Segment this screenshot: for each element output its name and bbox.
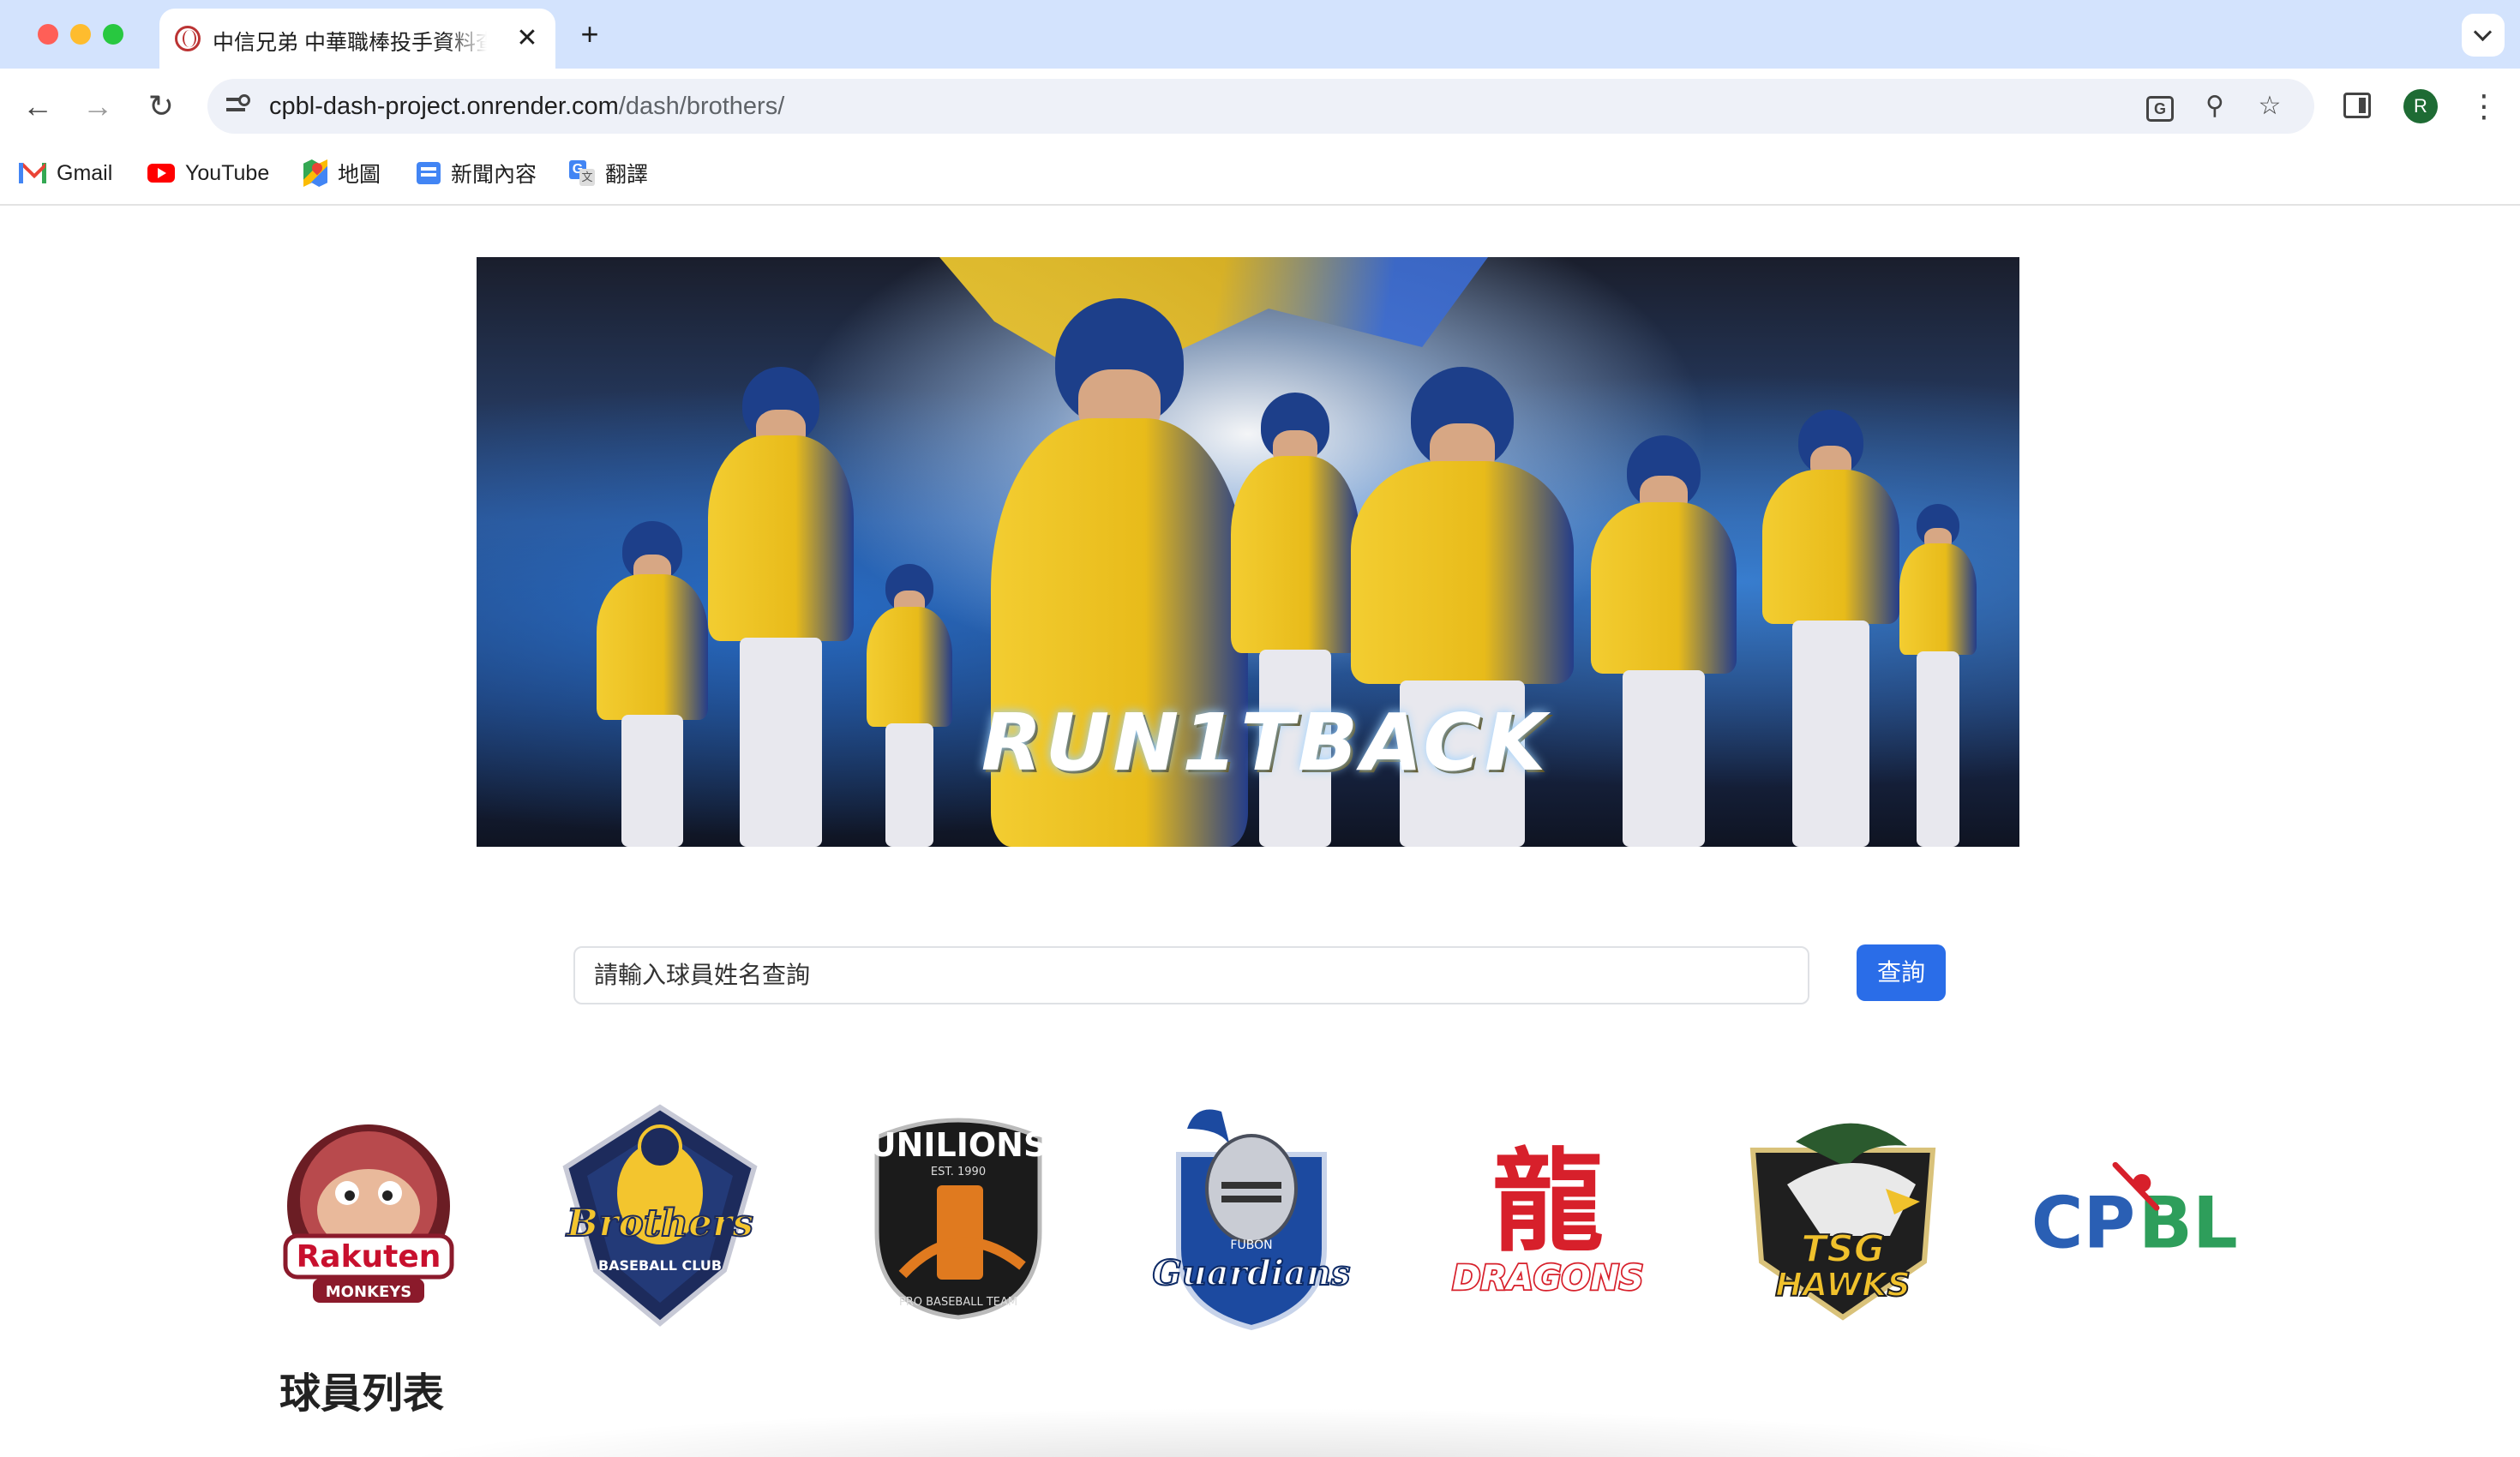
bookmark-youtube[interactable]: YouTube bbox=[147, 156, 269, 190]
page-content: RUN1TBACK 查詢 Rakuten MONKEYS bbox=[0, 207, 2520, 1457]
cpbl-line2: BL bbox=[2139, 1182, 2238, 1265]
zoom-icon[interactable]: ⚲ bbox=[2198, 89, 2232, 123]
reload-button[interactable]: ↻ bbox=[141, 86, 182, 127]
forward-button[interactable]: → bbox=[77, 86, 118, 127]
elephant-logo-icon: Brothers BASEBALL CLUB bbox=[562, 1104, 758, 1327]
youtube-icon bbox=[147, 164, 175, 183]
new-tab-button[interactable]: + bbox=[573, 17, 607, 51]
baseball-favicon-icon bbox=[175, 26, 201, 51]
banner-player bbox=[708, 367, 854, 847]
bookmark-star-icon[interactable]: ☆ bbox=[2253, 89, 2287, 123]
back-button[interactable]: ← bbox=[17, 86, 58, 127]
bookmark-label: 地圖 bbox=[338, 163, 381, 187]
url-text[interactable]: cpbl-dash-project.onrender.com/dash/brot… bbox=[269, 93, 784, 121]
cpbl-logo[interactable]: CP BL bbox=[2025, 1099, 2247, 1330]
browser-toolbar: ← → ↻ cpbl-dash-project.onrender.com/das… bbox=[0, 69, 2520, 146]
bookmark-maps[interactable]: 地圖 bbox=[303, 156, 381, 190]
url-path: /dash/brothers/ bbox=[618, 93, 785, 120]
monkeys-line2: MONKEYS bbox=[326, 1283, 412, 1301]
lions-line1: UNILIONS bbox=[870, 1126, 1047, 1164]
tsg-hawks-logo[interactable]: TSG HAWKS bbox=[1731, 1099, 1954, 1330]
tab-strip: 中信兄弟 中華職棒投手資料查詢 ✕ + bbox=[0, 0, 2520, 69]
banner-player bbox=[1899, 504, 1977, 847]
maps-icon bbox=[303, 159, 327, 187]
browser-menu-icon[interactable]: ⋮ bbox=[2469, 87, 2499, 125]
dragons-line2: DRAGONS bbox=[1452, 1259, 1643, 1298]
zoom-window-button[interactable] bbox=[103, 24, 123, 45]
monkeys-line1: Rakuten bbox=[297, 1239, 441, 1274]
address-bar[interactable]: cpbl-dash-project.onrender.com/dash/brot… bbox=[207, 79, 2314, 134]
bookmark-gmail[interactable]: Gmail bbox=[19, 156, 112, 190]
hawks-line1: TSG bbox=[1801, 1227, 1885, 1271]
bookmark-label: 翻譯 bbox=[605, 163, 649, 187]
team-logo-row: Rakuten MONKEYS Brothers BASEBALL CLUB U… bbox=[0, 1099, 2520, 1331]
team-banner-image: RUN1TBACK bbox=[477, 257, 2019, 847]
gmail-icon bbox=[19, 163, 46, 183]
banner-player bbox=[1591, 435, 1737, 847]
lion-logo-icon: UNILIONS EST. 1990 PRO BASEBALL TEAM bbox=[870, 1118, 1047, 1320]
banner-title: RUN1TBACK bbox=[981, 697, 1550, 788]
monkey-logo-icon: Rakuten MONKEYS bbox=[283, 1124, 454, 1303]
guardians-line1: FUBON bbox=[1230, 1238, 1272, 1252]
brothers-line2: BASEBALL CLUB bbox=[598, 1257, 722, 1274]
rakuten-monkeys-logo[interactable]: Rakuten MONKEYS bbox=[257, 1099, 480, 1330]
banner-player bbox=[867, 564, 952, 847]
banner-player bbox=[597, 521, 708, 847]
news-icon bbox=[417, 162, 441, 184]
uni-lions-logo[interactable]: UNILIONS EST. 1990 PRO BASEBALL TEAM bbox=[847, 1099, 1070, 1330]
brothers-logo[interactable]: Brothers BASEBALL CLUB bbox=[549, 1099, 771, 1330]
url-host: cpbl-dash-project.onrender.com bbox=[269, 93, 619, 120]
side-panel-icon[interactable] bbox=[2343, 93, 2371, 118]
search-button[interactable]: 查詢 bbox=[1857, 944, 1946, 1001]
player-list-heading: 球員列表 bbox=[279, 1370, 445, 1418]
dragons-logo[interactable]: 龍 DRAGONS bbox=[1437, 1099, 1659, 1330]
tab-title: 中信兄弟 中華職棒投手資料查詢 bbox=[213, 31, 487, 51]
translate-page-icon[interactable]: G bbox=[2143, 89, 2177, 123]
bookmark-label: 新聞內容 bbox=[451, 163, 537, 187]
dragon-logo-icon: 龍 DRAGONS bbox=[1451, 1136, 1646, 1299]
banner-player bbox=[1762, 410, 1899, 847]
site-info-icon[interactable] bbox=[219, 89, 254, 123]
translate-icon bbox=[569, 160, 595, 186]
fubon-guardians-logo[interactable]: FUBON Guardians bbox=[1140, 1099, 1363, 1331]
guardians-line2: Guardians bbox=[1153, 1253, 1351, 1293]
player-search-input[interactable] bbox=[573, 946, 1809, 1004]
list-card-shadow bbox=[360, 1407, 2160, 1457]
tab-close-icon[interactable]: ✕ bbox=[513, 24, 542, 53]
lions-line2: EST. 1990 bbox=[931, 1166, 986, 1178]
bookmark-translate[interactable]: 翻譯 bbox=[569, 156, 648, 190]
bookmarks-bar: Gmail YouTube 地圖 新聞內容 翻譯 bbox=[0, 146, 2520, 206]
bookmark-news[interactable]: 新聞內容 bbox=[417, 156, 537, 190]
active-tab[interactable]: 中信兄弟 中華職棒投手資料查詢 ✕ bbox=[159, 9, 555, 69]
translate-glyph: G bbox=[2146, 96, 2174, 122]
dragons-line1: 龍 bbox=[1492, 1136, 1604, 1267]
lions-line3: PRO BASEBALL TEAM bbox=[899, 1296, 1017, 1309]
profile-avatar[interactable]: R bbox=[2403, 89, 2438, 123]
browser-window: 中信兄弟 中華職棒投手資料查詢 ✕ + ← → ↻ cpbl-dash-proj… bbox=[0, 0, 2520, 1457]
tab-search-chevron-icon[interactable] bbox=[2462, 14, 2505, 57]
close-window-button[interactable] bbox=[38, 24, 58, 45]
minimize-window-button[interactable] bbox=[70, 24, 91, 45]
hawk-logo-icon: TSG HAWKS bbox=[1749, 1123, 1936, 1321]
bookmark-label: YouTube bbox=[185, 160, 270, 185]
knight-logo-icon: FUBON Guardians bbox=[1152, 1109, 1351, 1331]
bookmark-label: Gmail bbox=[57, 160, 113, 185]
cpbl-line1: CP bbox=[2031, 1182, 2135, 1265]
brothers-line1: Brothers bbox=[565, 1202, 753, 1245]
cpbl-logo-icon: CP BL bbox=[2031, 1161, 2238, 1265]
hawks-line2: HAWKS bbox=[1775, 1266, 1911, 1304]
